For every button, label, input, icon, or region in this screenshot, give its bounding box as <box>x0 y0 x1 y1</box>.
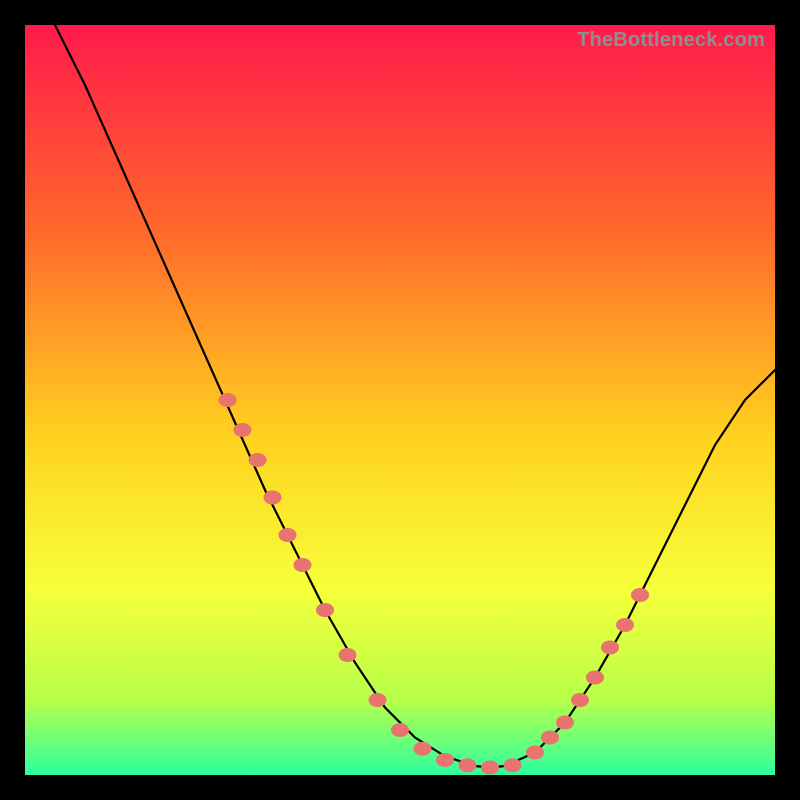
curve-marker <box>264 491 282 505</box>
curve-marker <box>586 671 604 685</box>
curve-marker <box>294 558 312 572</box>
curve-marker <box>219 393 237 407</box>
curve-marker <box>504 758 522 772</box>
curve-marker <box>249 453 267 467</box>
curve-marker <box>541 731 559 745</box>
chart-frame: TheBottleneck.com <box>25 25 775 775</box>
watermark-text: TheBottleneck.com <box>577 29 765 52</box>
gradient-background <box>25 25 775 775</box>
curve-marker <box>369 693 387 707</box>
curve-marker <box>481 761 499 775</box>
curve-marker <box>616 618 634 632</box>
curve-marker <box>459 758 477 772</box>
curve-marker <box>339 648 357 662</box>
curve-marker <box>571 693 589 707</box>
curve-marker <box>601 641 619 655</box>
curve-marker <box>414 742 432 756</box>
curve-marker <box>436 753 454 767</box>
curve-marker <box>279 528 297 542</box>
curve-marker <box>391 723 409 737</box>
curve-marker <box>556 716 574 730</box>
curve-marker <box>526 746 544 760</box>
curve-marker <box>234 423 252 437</box>
curve-marker <box>631 588 649 602</box>
bottleneck-chart <box>25 25 775 775</box>
curve-marker <box>316 603 334 617</box>
